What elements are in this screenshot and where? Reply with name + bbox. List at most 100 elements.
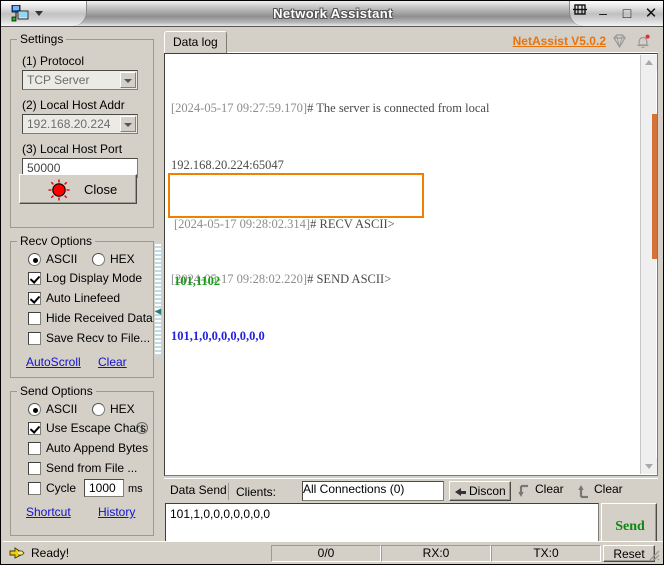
recv-clear-link[interactable]: Clear [98,355,127,369]
bell-notification-icon[interactable] [635,33,652,51]
recv-log-display-mode-label: Log Display Mode [46,271,143,285]
log-entry-1-timestamp: [2024-05-17 09:27:59.170] [171,101,308,115]
send-hex-label: HEX [110,402,135,416]
send-ascii-radio[interactable] [28,403,41,416]
status-rx: RX:0 [381,545,491,562]
status-counter: 0/0 [271,545,381,562]
status-ready-text: Ready! [31,546,70,560]
right-edge-accent [652,114,657,259]
protocol-value: TCP Server [27,73,90,87]
clear-recv-button[interactable]: Clear [535,482,564,496]
clear-send-button[interactable]: Clear [594,482,623,496]
collapse-left-arrow-icon[interactable]: ◂ [154,304,162,318]
local-host-addr-label: (2) Local Host Addr [22,98,125,112]
recv-hide-received-data-label: Hide Received Data [46,311,153,325]
recv-log-display-mode-checkbox[interactable] [28,272,41,285]
recv-hex-radio[interactable] [92,253,105,266]
recv-save-to-file-label: Save Recv to File... [46,331,151,345]
use-escape-chars-label: Use Escape Chars [46,421,147,435]
connection-value: All Connections (0) [303,482,405,496]
recv-auto-linefeed-label: Auto Linefeed [46,291,121,305]
title-bar: Network Assistant – □ ✕ [1,1,663,27]
minimize-button[interactable]: – [591,1,615,26]
send-data-value: 101,1,0,0,0,0,0,0,0 [170,507,271,521]
history-link[interactable]: History [98,505,135,519]
close-button-label: Close [84,182,118,197]
recv-save-to-file-checkbox[interactable] [28,332,41,345]
log-entry-3-header: # RECV ASCII> [310,217,395,231]
close-window-button[interactable]: ✕ [639,1,663,26]
clear-send-arrow-icon [578,485,588,499]
disconnect-button[interactable]: Discon [449,481,511,501]
scroll-down-arrow-icon[interactable] [641,458,657,474]
local-host-port-value: 50000 [27,161,61,175]
window-title: Network Assistant [273,6,393,21]
log-entry-2-body: 101,1,0,0,0,0,0,0,0 [171,329,265,343]
version-link[interactable]: NetAssist V5.0.2 [513,34,606,48]
tab-strip: Data log NetAssist V5.0.2 [164,31,658,53]
local-host-port-label: (3) Local Host Port [22,142,123,156]
data-log-area[interactable]: [2024-05-17 09:27:59.170]# The server is… [164,53,658,476]
send-hex-radio[interactable] [92,403,105,416]
recv-hide-received-data-checkbox[interactable] [28,312,41,325]
connection-select[interactable]: All Connections (0) [302,481,444,501]
log-entry-3: [2024-05-17 09:28:02.314]# RECV ASCII> 1… [174,177,395,329]
protocol-chevron-down-icon[interactable] [120,72,136,88]
shortcut-link[interactable]: Shortcut [26,505,71,519]
local-host-addr-chevron-down-icon[interactable] [120,116,136,132]
send-button-label: Send [615,519,645,534]
tab-data-log[interactable]: Data log [164,31,227,53]
sidebar-splitter[interactable]: ◂ [154,32,162,536]
title-bar-right-cap: – □ ✕ [569,1,663,26]
splitter-grip[interactable] [155,244,161,356]
log-entry-1-body: 192.168.20.224:65047 [171,158,284,172]
log-entry-1-header: # The server is connected from local [307,101,490,115]
pointing-hand-icon [9,547,25,559]
send-from-file-checkbox[interactable] [28,462,41,475]
cycle-unit-label: ms [128,483,143,495]
cycle-value: 1000 [89,481,116,495]
protocol-label: (1) Protocol [22,54,85,68]
recv-auto-linefeed-checkbox[interactable] [28,292,41,305]
recv-options-legend: Recv Options [20,234,93,248]
red-led-icon [48,179,70,201]
sidebar: Settings (1) Protocol TCP Server (2) Loc… [6,28,154,536]
send-panel-separator [228,483,229,500]
use-escape-chars-checkbox[interactable] [28,422,41,435]
escape-chars-info-icon[interactable]: i [136,422,148,434]
local-host-addr-select[interactable]: 192.168.20.224 [22,114,138,134]
recv-highlight-box: [2024-05-17 09:28:02.314]# RECV ASCII> 1… [168,173,424,288]
status-tx: TX:0 [491,545,601,562]
recv-hex-label: HEX [110,252,135,266]
clear-recv-arrow-icon [518,484,528,497]
auto-append-bytes-label: Auto Append Bytes [46,441,149,455]
recv-ascii-label: ASCII [46,252,78,266]
client-area: Settings (1) Protocol TCP Server (2) Loc… [2,28,663,564]
close-connection-button[interactable]: Close [19,174,137,204]
local-host-addr-value: 192.168.20.224 [27,117,111,131]
send-options-legend: Send Options [20,384,93,398]
auto-append-bytes-checkbox[interactable] [28,442,41,455]
main-panel: Data log NetAssist V5.0.2 [2024-05-17 09… [162,28,660,564]
send-from-file-label: Send from File ... [46,461,138,475]
clients-label: Clients: [236,485,277,499]
cycle-input[interactable]: 1000 [84,479,124,497]
cycle-label: Cycle [46,481,77,495]
arrow-left-icon [455,488,466,496]
tab-data-send[interactable]: Data Send [164,481,233,501]
cycle-checkbox[interactable] [28,482,41,495]
log-entry-3-timestamp: [2024-05-17 09:28:02.314] [174,217,311,231]
diamond-icon[interactable] [611,33,628,50]
autoscroll-link[interactable]: AutoScroll [26,355,81,369]
log-entry-3-body: 101,1102 [174,274,221,288]
disconnect-label: Discon [469,484,506,498]
resize-gripper-icon[interactable] [646,547,660,561]
protocol-select[interactable]: TCP Server [22,70,138,90]
send-ascii-label: ASCII [46,402,78,416]
pin-icon[interactable] [570,1,590,19]
scroll-up-arrow-icon[interactable] [641,55,657,71]
app-window: Network Assistant – □ ✕ Settings (1) Pro… [0,0,664,565]
maximize-button[interactable]: □ [615,1,639,26]
recv-ascii-radio[interactable] [28,253,41,266]
status-bar: Ready! 0/0 RX:0 TX:0 Reset [3,541,663,563]
